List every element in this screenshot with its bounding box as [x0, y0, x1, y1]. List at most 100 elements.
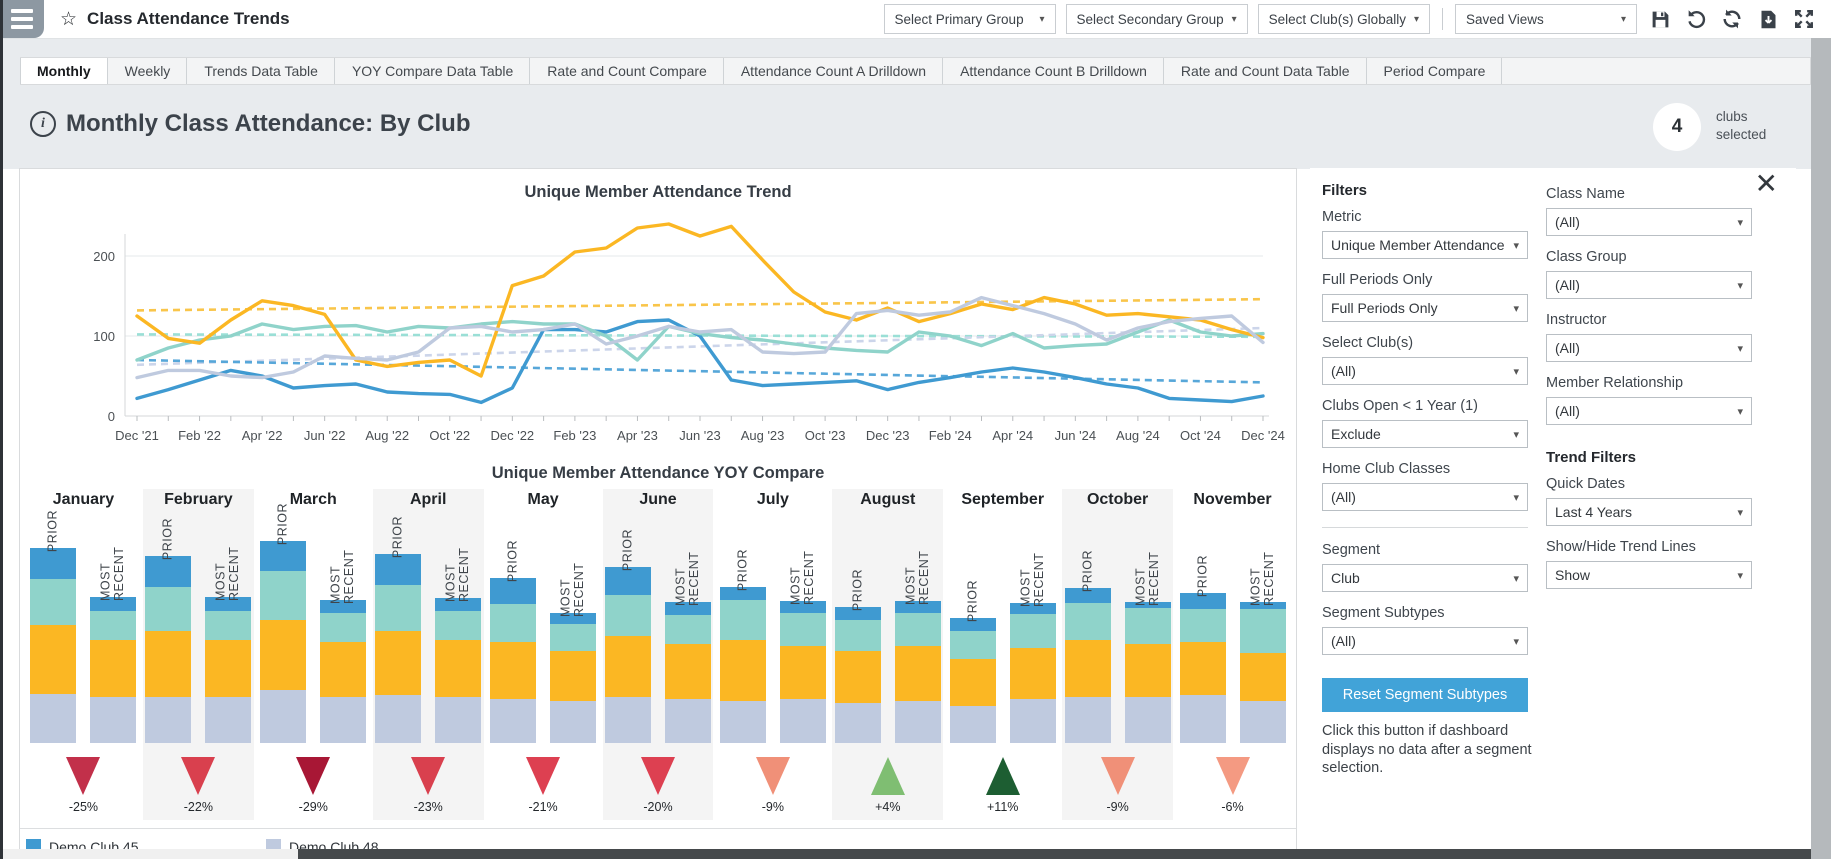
primary-group-dropdown[interactable]: Select Primary Group ▾ — [883, 4, 1056, 34]
tab-yoy-compare-data-table[interactable]: YOY Compare Data Table — [335, 58, 531, 84]
bar-segment — [604, 696, 651, 743]
filter-value: (All) — [1555, 214, 1580, 230]
filter-segment: Segment Club ▾ — [1322, 542, 1528, 592]
save-icon[interactable] — [1647, 6, 1673, 32]
yoy-chart: January PRIOR MOST RECENT -25% February PRIOR… — [26, 489, 1290, 820]
bar-segment — [719, 600, 766, 640]
filter-select-metric[interactable]: Unique Member Attendance ▾ — [1322, 231, 1528, 259]
bar-segment — [435, 696, 482, 743]
clubs-globally-label: Select Club(s) Globally — [1268, 11, 1406, 27]
bar-segment — [90, 611, 137, 640]
filter-value: Last 4 Years — [1555, 504, 1633, 520]
filter-select-select-club-s[interactable]: (All) ▾ — [1322, 357, 1528, 385]
bar-rotated-label: MOST RECENT — [558, 562, 587, 618]
filter-value: Unique Member Attendance — [1331, 237, 1505, 253]
bar-segment — [260, 619, 307, 691]
filter-label: Clubs Open < 1 Year (1) — [1322, 398, 1478, 414]
filter-select-clubs-open-1-year-1[interactable]: Exclude ▾ — [1322, 420, 1528, 448]
filter-select-class-name[interactable]: (All) ▾ — [1546, 208, 1752, 236]
filter-select-segment[interactable]: Club ▾ — [1322, 564, 1528, 592]
tab-attendance-count-a-drilldown[interactable]: Attendance Count A Drilldown — [724, 58, 944, 84]
bar-segment — [834, 703, 881, 743]
filter-label: Full Periods Only — [1322, 272, 1433, 288]
bar-segment — [1179, 608, 1226, 642]
tab-weekly[interactable]: Weekly — [108, 58, 188, 84]
svg-text:Oct '24: Oct '24 — [1180, 428, 1221, 443]
tab-rate-and-count-data-table[interactable]: Rate and Count Data Table — [1164, 58, 1367, 84]
filter-select-show-hide-trend-lines[interactable]: Show ▾ — [1546, 561, 1752, 589]
saved-views-dropdown[interactable]: Saved Views ▾ — [1455, 4, 1637, 34]
svg-text:Jun '24: Jun '24 — [1055, 428, 1097, 443]
bar-prior: PRIOR — [834, 515, 881, 743]
bar-prior: PRIOR — [719, 515, 766, 743]
svg-text:Apr '24: Apr '24 — [992, 428, 1033, 443]
svg-text:Aug '22: Aug '22 — [365, 428, 409, 443]
filter-select-class-group[interactable]: (All) ▾ — [1546, 271, 1752, 299]
bar-rotated-label: PRIOR — [964, 579, 979, 622]
top-toolbar: ☆ Class Attendance Trends Select Primary… — [0, 0, 1831, 39]
undo-icon[interactable] — [1683, 6, 1709, 32]
horizontal-scrollbar-thumb[interactable] — [298, 849, 1811, 859]
bar-segment — [604, 636, 651, 697]
bar-segment — [604, 594, 651, 637]
tab-period-compare[interactable]: Period Compare — [1367, 58, 1503, 84]
chevron-down-icon: ▾ — [1513, 239, 1519, 252]
filter-show-hide-trend-lines: Show/Hide Trend Lines Show ▾ — [1546, 539, 1752, 589]
close-icon[interactable]: ✕ — [1755, 170, 1778, 198]
bar-rotated-label: PRIOR — [45, 510, 60, 553]
bar-rotated-label: MOST RECENT — [98, 546, 127, 601]
svg-text:Dec '21: Dec '21 — [115, 428, 159, 443]
reset-segment-subtypes-button[interactable]: Reset Segment Subtypes — [1322, 678, 1528, 712]
bar-segment — [435, 639, 482, 697]
filter-select-home-club-classes[interactable]: (All) ▾ — [1322, 483, 1528, 511]
secondary-group-dropdown[interactable]: Select Secondary Group ▾ — [1065, 4, 1248, 34]
month-label: June — [639, 491, 677, 508]
bar-segment — [719, 701, 766, 743]
bar-rotated-label: PRIOR — [850, 568, 865, 611]
bar-segment — [320, 696, 367, 743]
filter-select-member-relationship[interactable]: (All) ▾ — [1546, 397, 1752, 425]
filter-select-instructor[interactable]: (All) ▾ — [1546, 334, 1752, 362]
bar-rotated-label: MOST RECENT — [328, 549, 357, 604]
page-title: Monthly Class Attendance: By Club — [66, 110, 471, 137]
export-icon[interactable] — [1755, 6, 1781, 32]
filter-label: Instructor — [1546, 312, 1607, 328]
yoy-month-april: April PRIOR MOST RECENT -23% — [372, 489, 484, 820]
tab-attendance-count-b-drilldown[interactable]: Attendance Count B Drilldown — [943, 58, 1164, 84]
tab-rate-and-count-compare[interactable]: Rate and Count Compare — [530, 58, 724, 84]
favorite-star-icon[interactable]: ☆ — [60, 8, 77, 31]
horizontal-scrollbar[interactable] — [0, 849, 1811, 859]
clubs-globally-dropdown[interactable]: Select Club(s) Globally ▾ — [1257, 4, 1430, 34]
fullscreen-icon[interactable] — [1791, 6, 1817, 32]
bar-segment — [145, 696, 192, 743]
refresh-icon[interactable] — [1719, 6, 1745, 32]
tab-trends-data-table[interactable]: Trends Data Table — [187, 58, 335, 84]
hamburger-menu-icon[interactable] — [0, 0, 44, 38]
bar-rotated-label: MOST RECENT — [788, 550, 816, 606]
filter-metric: Metric Unique Member Attendance ▾ — [1322, 209, 1528, 259]
bar-rotated-label: MOST RECENT — [903, 550, 931, 606]
filter-select-full-periods-only[interactable]: Full Periods Only ▾ — [1322, 294, 1528, 322]
info-icon[interactable]: i — [30, 111, 56, 137]
filter-value: Exclude — [1331, 426, 1381, 442]
bar-segment — [1009, 648, 1056, 699]
filter-select-quick-dates[interactable]: Last 4 Years ▾ — [1546, 498, 1752, 526]
saved-views-label: Saved Views — [1466, 11, 1544, 27]
bar-segment — [145, 630, 192, 697]
filter-select-segment-subtypes[interactable]: (All) ▾ — [1322, 627, 1528, 655]
filter-home-club-classes: Home Club Classes (All) ▾ — [1322, 461, 1528, 511]
bar-segment — [435, 611, 482, 640]
vertical-scrollbar[interactable] — [1811, 38, 1831, 859]
month-label: May — [527, 491, 559, 508]
filters-right-column: Class Name (All) ▾ Class Group (All) ▾ Instruc… — [1546, 186, 1752, 602]
bar-segment — [1064, 696, 1111, 743]
yoy-delta-label: -29% — [298, 800, 328, 814]
bar-segment — [719, 639, 766, 702]
svg-text:Feb '23: Feb '23 — [553, 428, 596, 443]
bar-segment — [664, 615, 711, 644]
tab-monthly[interactable]: Monthly — [20, 58, 108, 84]
svg-text:0: 0 — [108, 409, 115, 424]
tab-bar: Monthly Weekly Trends Data Table YOY Compar… — [20, 57, 1811, 85]
toolbar-controls: Select Primary Group ▾ Select Secondary G… — [883, 4, 1831, 34]
bar-segment — [664, 644, 711, 699]
